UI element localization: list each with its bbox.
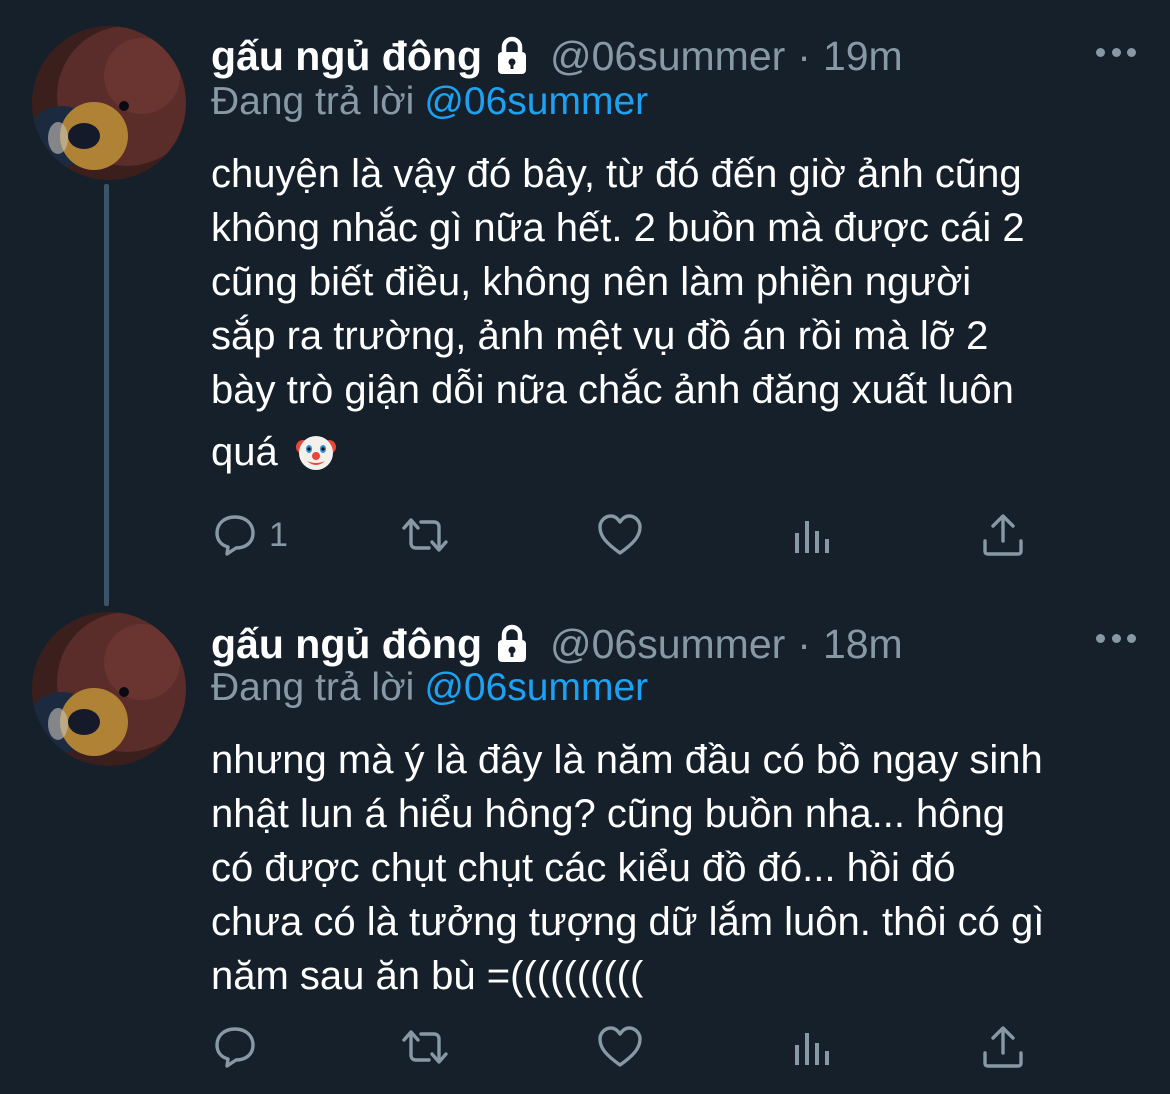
bear-avatar-image — [32, 26, 186, 180]
replying-to: Đang trả lời @06summer — [211, 80, 648, 124]
tweet-text-line: không nhắc gì nữa hết. 2 buồn mà được cá… — [211, 206, 1025, 250]
tweet[interactable]: gấu ngủ đông @06summer · 19m Đang trả lờ… — [0, 0, 1170, 606]
tweet-header: gấu ngủ đông @06summer · 18m — [211, 614, 903, 674]
tweet-actions — [211, 1022, 1041, 1072]
separator-dot: · — [797, 620, 811, 667]
retweet-button[interactable] — [401, 510, 449, 560]
like-button[interactable] — [596, 1022, 644, 1072]
author-name[interactable]: gấu ngủ đông — [211, 33, 482, 80]
like-icon — [598, 1026, 642, 1067]
tweet-text-line: chưa có là tưởng tượng dữ lắm luôn. thôi… — [211, 900, 1045, 944]
tweet[interactable]: gấu ngủ đông @06summer · 18m Đang trả lờ… — [0, 588, 1170, 1094]
timestamp[interactable]: 18m — [823, 621, 903, 668]
bear-avatar-image — [32, 612, 186, 766]
clown-face-emoji-icon — [295, 431, 337, 473]
separator-dot: · — [797, 32, 811, 79]
tweet-text-line: sắp ra trường, ảnh mệt vụ đồ án rồi mà l… — [211, 314, 989, 358]
analytics-icon — [795, 1033, 829, 1065]
like-icon — [598, 514, 642, 555]
like-button[interactable] — [596, 510, 644, 560]
more-options-icon[interactable] — [1096, 632, 1136, 644]
author-name[interactable]: gấu ngủ đông — [211, 621, 482, 668]
tweet-text-line: chuyện là vậy đó bây, từ đó đến giờ ảnh … — [211, 152, 1022, 196]
tweet-text-line-last: quá — [211, 425, 1141, 479]
timestamp[interactable]: 19m — [823, 33, 903, 80]
lock-icon — [492, 36, 532, 76]
tweet-text-line: nhưng mà ý là đây là năm đầu có bồ ngay … — [211, 738, 1043, 782]
replying-prefix: Đang trả lời — [211, 666, 415, 709]
mention-link[interactable]: @06summer — [424, 80, 648, 123]
replying-prefix: Đang trả lời — [211, 80, 415, 123]
thread-connector-line — [104, 184, 109, 606]
retweet-icon — [402, 1030, 448, 1064]
retweet-icon — [402, 518, 448, 552]
reply-count: 1 — [269, 515, 288, 554]
tweet-text-line: nhật lun á hiểu hông? cũng buồn nha... h… — [211, 792, 1006, 836]
mention-link[interactable]: @06summer — [424, 666, 648, 709]
share-icon — [983, 514, 1023, 556]
analytics-icon — [795, 521, 829, 553]
tweet-text-line: cũng biết điều, không nên làm phiền ngườ… — [211, 260, 972, 304]
retweet-button[interactable] — [401, 1022, 449, 1072]
tweet-header: gấu ngủ đông @06summer · 19m — [211, 26, 903, 86]
share-icon — [983, 1026, 1023, 1068]
tweet-text-line: bày trò giận dỗi nữa chắc ảnh đăng xuất … — [211, 368, 1014, 412]
tweet-text: nhưng mà ý là đây là năm đầu có bồ ngay … — [211, 733, 1141, 1003]
avatar[interactable] — [32, 26, 186, 180]
reply-icon — [215, 1027, 255, 1068]
more-options-icon[interactable] — [1096, 46, 1136, 58]
reply-icon — [215, 515, 255, 556]
replying-to: Đang trả lời @06summer — [211, 666, 648, 710]
tweet-text-line: quá — [211, 430, 278, 474]
author-handle[interactable]: @06summer — [550, 33, 785, 80]
tweet-text-line: có được chụt chụt các kiểu đồ đó... hồi … — [211, 846, 956, 890]
author-handle[interactable]: @06summer — [550, 621, 785, 668]
tweet-text-line: năm sau ăn bù =(((((((((( — [211, 954, 644, 998]
reply-button[interactable] — [211, 1022, 259, 1072]
tweet-actions: 1 — [211, 510, 1041, 560]
lock-icon — [492, 624, 532, 664]
share-button[interactable] — [979, 510, 1027, 560]
avatar[interactable] — [32, 612, 186, 766]
analytics-button[interactable] — [789, 510, 837, 560]
share-button[interactable] — [979, 1022, 1027, 1072]
analytics-button[interactable] — [789, 1022, 837, 1072]
reply-button[interactable]: 1 — [211, 510, 288, 560]
tweet-text: chuyện là vậy đó bây, từ đó đến giờ ảnh … — [211, 147, 1141, 479]
